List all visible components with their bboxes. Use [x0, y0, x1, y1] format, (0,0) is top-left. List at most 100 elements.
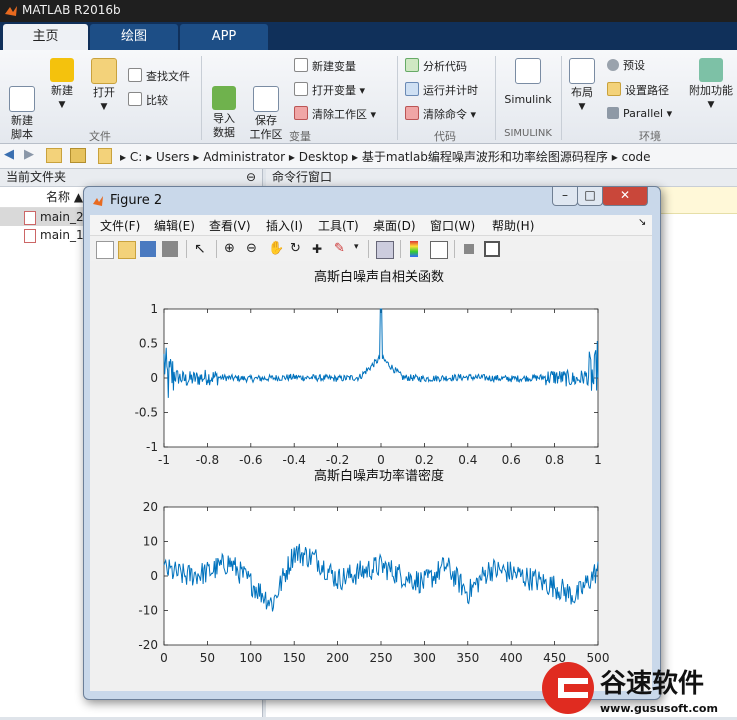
- compare-button[interactable]: 比较: [128, 92, 168, 108]
- menu-tools[interactable]: 工具(T): [318, 217, 359, 234]
- show-plot-tools-icon[interactable]: [484, 241, 500, 257]
- parallel-button[interactable]: Parallel ▾: [607, 106, 672, 122]
- command-window-header: 命令行窗口: [266, 169, 737, 187]
- breadcrumb[interactable]: ▸ C: ▸ Users ▸ Administrator ▸ Desktop ▸…: [120, 148, 651, 165]
- menu-view[interactable]: 查看(V): [209, 217, 251, 234]
- browse-folder-icon[interactable]: [70, 148, 86, 163]
- y-tick-label: 0.5: [139, 337, 158, 351]
- breadcrumb-item[interactable]: code: [622, 150, 651, 164]
- new-variable-icon: [294, 58, 308, 72]
- x-tick-label: 0.8: [545, 453, 564, 467]
- section-file-label: 文件: [89, 130, 111, 143]
- analyze-code-button[interactable]: 分析代码: [405, 58, 467, 74]
- x-tick-label: 0: [377, 453, 385, 467]
- new-script-button[interactable]: 新建 脚本: [4, 58, 40, 142]
- set-path-button[interactable]: 设置路径: [607, 82, 669, 98]
- preferences-button[interactable]: 预设: [607, 58, 645, 74]
- chart-title: 高斯白噪声自相关函数: [314, 269, 444, 285]
- gear-icon: [607, 59, 619, 71]
- up-folder-icon[interactable]: [46, 148, 62, 163]
- breadcrumb-item[interactable]: Users: [156, 150, 190, 164]
- find-files-button[interactable]: 查找文件: [128, 68, 190, 84]
- data-cursor-icon[interactable]: ✚: [312, 241, 328, 257]
- save-icon[interactable]: [140, 241, 156, 257]
- link-icon[interactable]: [376, 241, 394, 259]
- zoom-in-icon[interactable]: ⊕: [224, 241, 240, 257]
- add-ons-icon: [699, 58, 723, 82]
- open-variable-icon: [294, 82, 308, 96]
- breadcrumb-item[interactable]: C:: [130, 150, 142, 164]
- y-tick-label: 10: [143, 535, 158, 549]
- y-tick-label: 1: [150, 302, 158, 316]
- section-variable-label: 变量: [289, 130, 311, 143]
- import-data-button[interactable]: 导入 数据: [206, 58, 242, 140]
- clear-workspace-button[interactable]: 清除工作区 ▾: [294, 106, 376, 122]
- menu-help[interactable]: 帮助(H): [492, 217, 534, 234]
- rotate-icon[interactable]: ↻: [290, 241, 306, 257]
- new-figure-icon[interactable]: [96, 241, 114, 259]
- clear-commands-icon: [405, 106, 419, 120]
- add-ons-button[interactable]: 附加功能 ▼: [688, 58, 734, 112]
- panel-menu-icon[interactable]: ⊖: [246, 169, 256, 186]
- y-tick-label: 0: [150, 371, 158, 385]
- x-tick-label: 250: [370, 651, 393, 665]
- new-button[interactable]: 新建 ▼: [44, 58, 80, 112]
- figure-plot-area[interactable]: 高斯白噪声自相关函数 高斯白噪声功率谱密度 -1 -0.8 -0.6 -0.4 -0.2…: [90, 261, 652, 691]
- zoom-out-icon[interactable]: ⊖: [246, 241, 262, 257]
- forward-icon[interactable]: ▶: [24, 147, 34, 162]
- open-variable-button[interactable]: 打开变量 ▾: [294, 82, 365, 98]
- menu-file[interactable]: 文件(F): [100, 217, 140, 234]
- legend-icon[interactable]: [430, 241, 448, 259]
- menu-window[interactable]: 窗口(W): [430, 217, 475, 234]
- new-script-icon: [9, 86, 35, 112]
- x-tick-label: 400: [500, 651, 523, 665]
- menu-desktop[interactable]: 桌面(D): [373, 217, 416, 234]
- x-tick-label: 200: [326, 651, 349, 665]
- close-button[interactable]: ✕: [602, 187, 648, 206]
- open-button[interactable]: 打开 ▼: [86, 58, 122, 114]
- folder-icon: [98, 148, 112, 164]
- new-variable-button[interactable]: 新建变量: [294, 58, 356, 74]
- tab-apps[interactable]: APP: [180, 24, 268, 50]
- y-tick-label: -10: [138, 604, 158, 618]
- simulink-button[interactable]: Simulink: [500, 58, 556, 114]
- ribbon-divider: [561, 56, 562, 140]
- open-icon[interactable]: [118, 241, 136, 259]
- y-tick-label: -1: [146, 440, 158, 454]
- analyze-icon: [405, 58, 419, 72]
- chart-title: 高斯白噪声功率谱密度: [314, 468, 444, 484]
- app-title: MATLAB R2016b: [22, 3, 121, 17]
- minimize-button[interactable]: –: [552, 187, 578, 206]
- x-tick-label: 350: [456, 651, 479, 665]
- maximize-button[interactable]: □: [577, 187, 603, 206]
- figure-window[interactable]: Figure 2 – □ ✕ 文件(F) 编辑(E) 查看(V) 插入(I) 工…: [83, 186, 661, 700]
- colorbar-icon[interactable]: [410, 241, 418, 257]
- back-icon[interactable]: ◀: [4, 147, 14, 162]
- clear-commands-button[interactable]: 清除命令 ▾: [405, 106, 476, 122]
- print-icon[interactable]: [162, 241, 178, 257]
- toolbar-divider: [186, 240, 187, 258]
- section-simulink-label: SIMULINK: [504, 128, 552, 139]
- brush-icon[interactable]: ✎: [334, 241, 350, 257]
- tab-home[interactable]: 主页: [3, 24, 88, 50]
- x-tick-label: 100: [239, 651, 262, 665]
- breadcrumb-item[interactable]: Administrator: [203, 150, 285, 164]
- layout-button[interactable]: 布局 ▼: [566, 58, 598, 114]
- save-workspace-icon: [253, 86, 279, 112]
- toolbar-divider: [368, 240, 369, 258]
- watermark-logo: 谷速软件 www.gususoft.com: [538, 658, 737, 717]
- pointer-icon[interactable]: ↖: [194, 241, 210, 257]
- menu-insert[interactable]: 插入(I): [266, 217, 303, 234]
- hide-plot-tools-icon[interactable]: [464, 244, 474, 254]
- brush-dropdown-icon[interactable]: ▾: [354, 242, 359, 252]
- breadcrumb-item[interactable]: 基于matlab编程噪声波形和功率绘图源码程序: [362, 150, 608, 164]
- pan-icon[interactable]: ✋: [268, 241, 284, 257]
- run-and-time-button[interactable]: 运行并计时: [405, 82, 478, 98]
- menu-edit[interactable]: 编辑(E): [154, 217, 195, 234]
- figure-plots-svg[interactable]: 高斯白噪声自相关函数 高斯白噪声功率谱密度 -1 -0.8 -0.6 -0.4 -0.2…: [90, 261, 652, 691]
- plot-axes-box: [163, 308, 599, 448]
- breadcrumb-item[interactable]: Desktop: [299, 150, 349, 164]
- tab-plots[interactable]: 绘图: [90, 24, 178, 50]
- matlab-figure-icon: [92, 195, 104, 207]
- menu-overflow-icon[interactable]: ↘: [638, 217, 646, 228]
